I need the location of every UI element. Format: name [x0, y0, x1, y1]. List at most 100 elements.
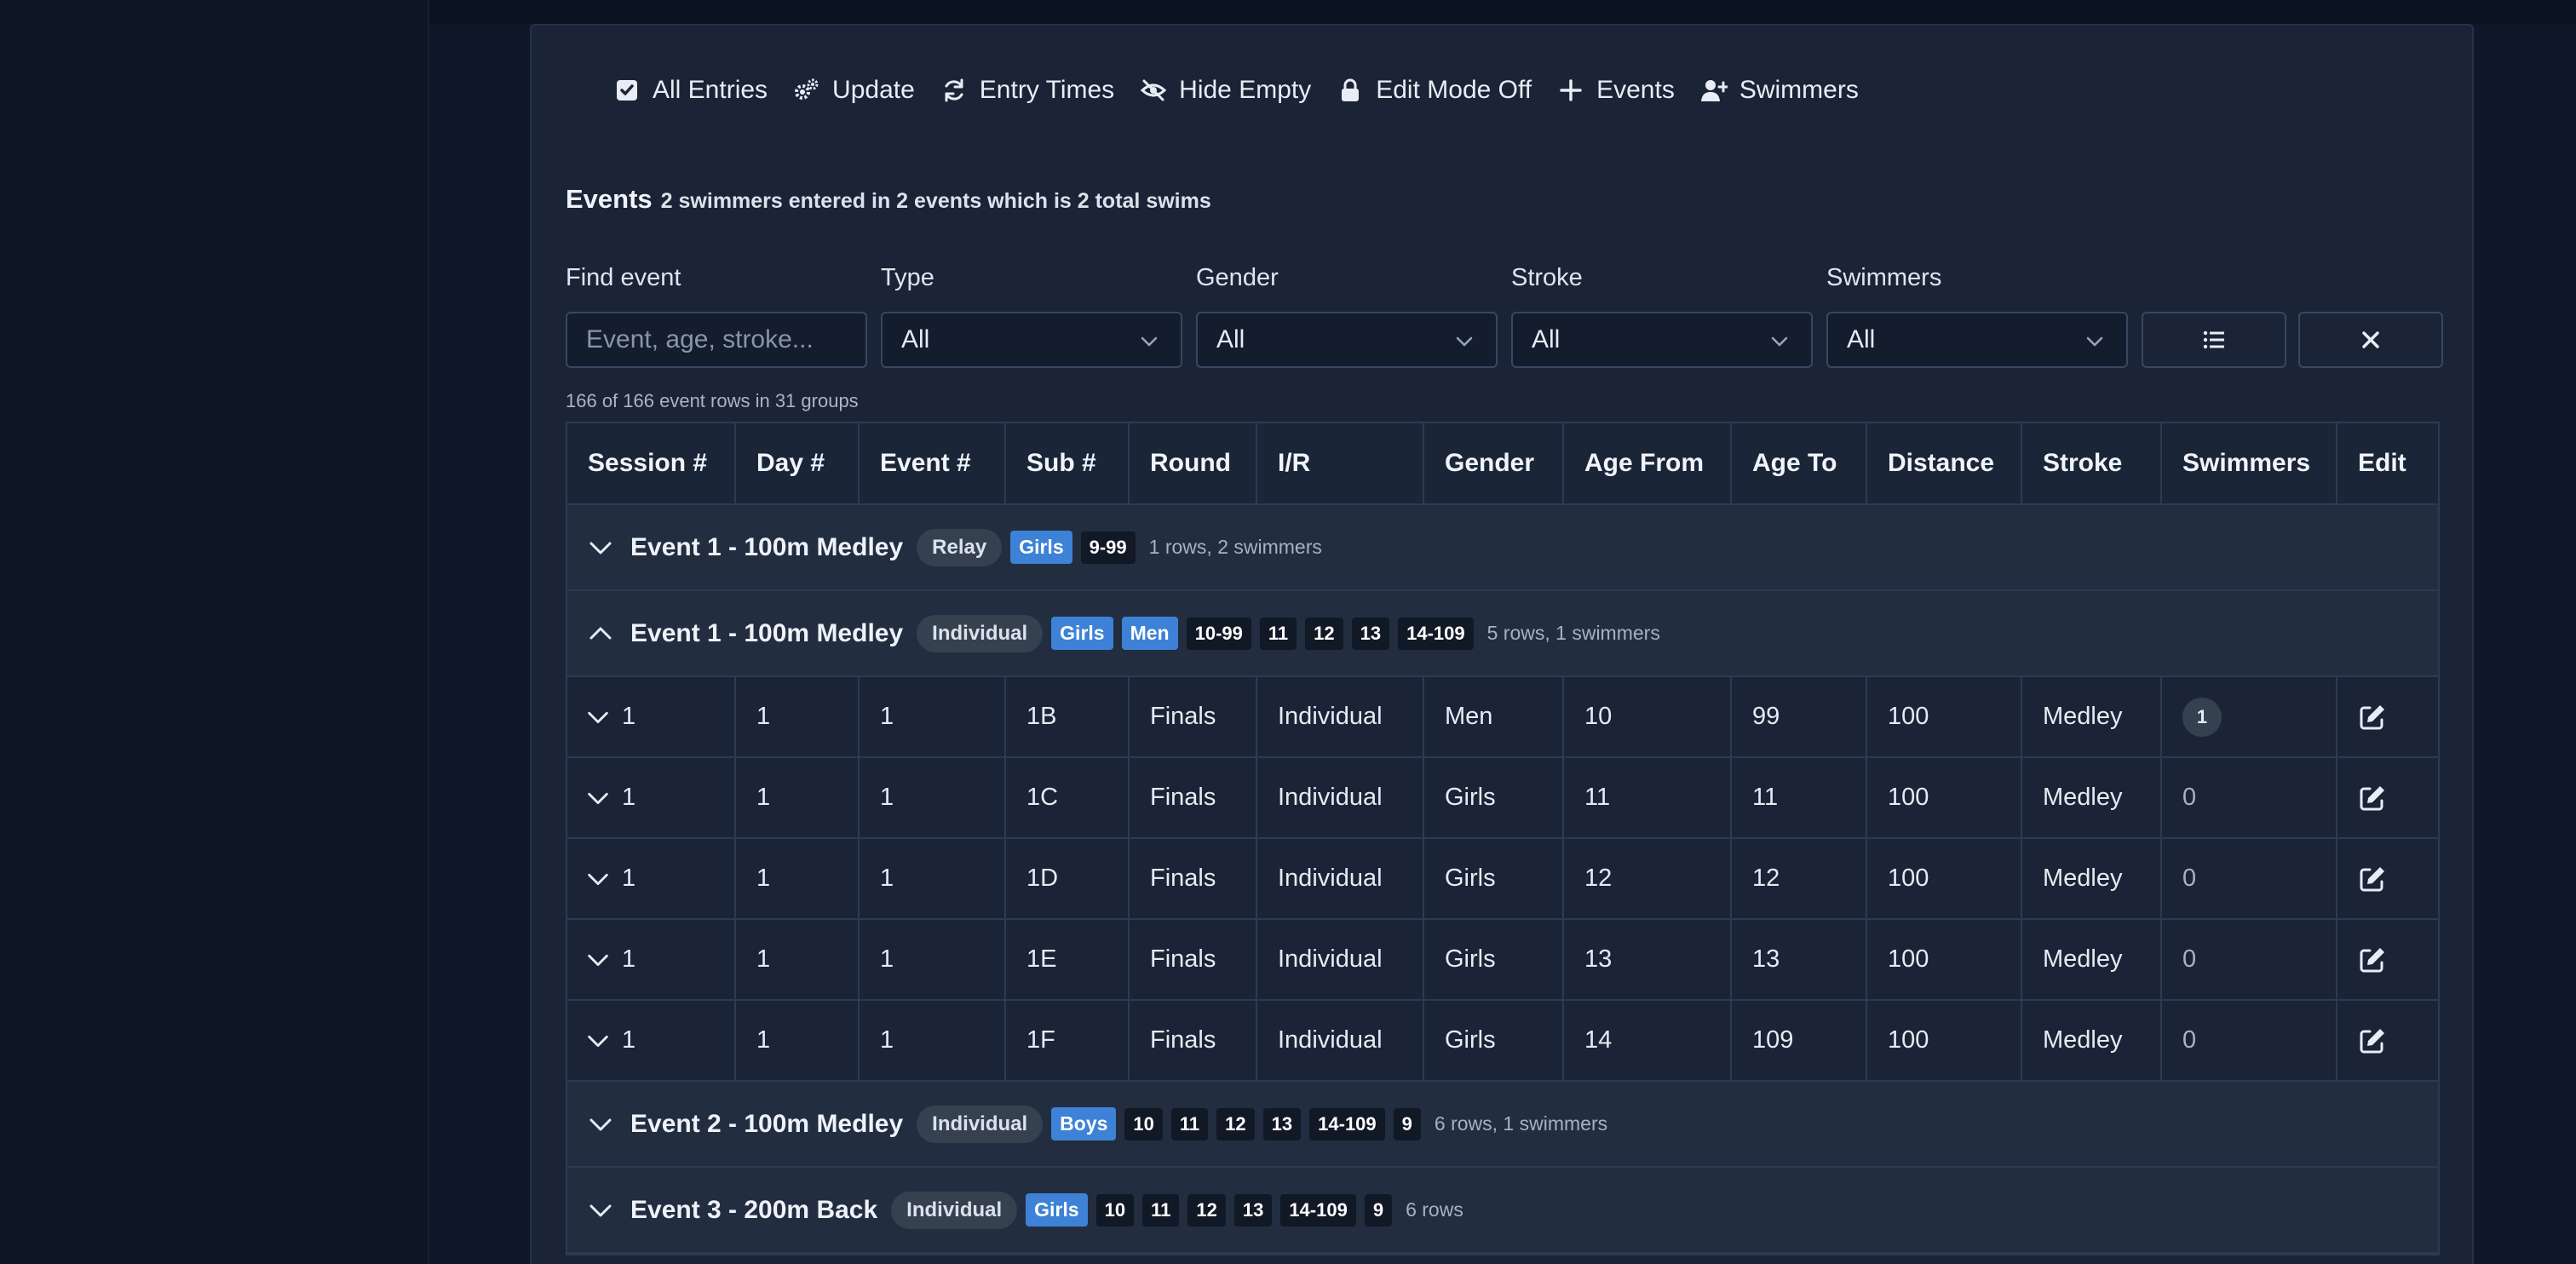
header-edit: Edit: [2358, 449, 2406, 477]
edit-icon[interactable]: [2358, 945, 2387, 974]
header-stroke[interactable]: Stroke: [2022, 423, 2162, 503]
add-swimmers-button[interactable]: Swimmers: [1700, 76, 1859, 105]
header-swimmers[interactable]: Swimmers: [2162, 423, 2337, 503]
header-event[interactable]: Event #: [860, 423, 1006, 503]
type-select[interactable]: All: [881, 312, 1182, 368]
header-sub[interactable]: Sub #: [1006, 423, 1130, 503]
chevron-down-icon[interactable]: [584, 865, 612, 893]
cell-gender-value: Girls: [1445, 784, 1496, 811]
cell-swimmers: 0: [2162, 920, 2337, 999]
event-group-row[interactable]: Event 1 - 100m Medley Individual Girls M…: [567, 591, 2438, 677]
gender-select[interactable]: All: [1196, 312, 1498, 368]
cell-distance: 100: [1867, 839, 2022, 918]
cell-edit: [2337, 839, 2438, 918]
find-event-input[interactable]: Event, age, stroke...: [566, 312, 867, 368]
clear-filters-button[interactable]: [2298, 312, 2443, 368]
table-row[interactable]: 1 1 1 1D Finals Individual Girls 12 12 100 Medley 0: [567, 839, 2438, 920]
event-group-row[interactable]: Event 3 - 200m Back Individual Girls 10 …: [567, 1168, 2438, 1254]
cell-stroke-value: Medley: [2043, 784, 2123, 811]
add-events-button[interactable]: Events: [1557, 76, 1675, 105]
cell-stroke: Medley: [2022, 920, 2162, 999]
header-ir[interactable]: I/R: [1257, 423, 1424, 503]
cell-gender: Girls: [1424, 1001, 1564, 1080]
edit-icon[interactable]: [2358, 1026, 2387, 1055]
cell-distance: 100: [1867, 677, 2022, 756]
table-row[interactable]: 1 1 1 1B Finals Individual Men 10 99 100 Medley 1: [567, 677, 2438, 758]
table-row[interactable]: 1 1 1 1F Finals Individual Girls 14 109 100 Medley…: [567, 1001, 2438, 1082]
cell-day-value: 1: [756, 784, 771, 811]
type-pill: Individual: [917, 1105, 1044, 1143]
cell-gender-value: Men: [1445, 703, 1493, 730]
cell-gender: Girls: [1424, 920, 1564, 999]
update-button[interactable]: Update: [793, 76, 915, 105]
cell-ir: Individual: [1257, 839, 1424, 918]
cell-gender: Girls: [1424, 839, 1564, 918]
cell-day-value: 1: [756, 865, 771, 892]
header-session[interactable]: Session #: [567, 423, 736, 503]
cell-swimmers-value: 0: [2182, 945, 2197, 973]
cell-day: 1: [736, 677, 860, 756]
hide-empty-button[interactable]: Hide Empty: [1140, 76, 1311, 105]
cell-age-from: 10: [1564, 677, 1732, 756]
edit-icon[interactable]: [2358, 865, 2387, 893]
cell-stroke-value: Medley: [2043, 945, 2123, 973]
event-group-row[interactable]: Event 2 - 100m Medley Individual Boys 10…: [567, 1082, 2438, 1168]
cell-age-from-value: 11: [1584, 784, 1611, 811]
chevron-down-icon[interactable]: [586, 533, 615, 562]
cell-gender: Men: [1424, 677, 1564, 756]
gender-badge: Boys: [1051, 1107, 1117, 1140]
chevron-down-icon[interactable]: [586, 1110, 615, 1139]
update-label: Update: [832, 76, 915, 104]
cell-swimmers-value: 0: [2182, 784, 2197, 811]
cell-swimmers: 0: [2162, 758, 2337, 837]
chevron-down-icon[interactable]: [584, 784, 612, 812]
cell-day: 1: [736, 758, 860, 837]
chevron-down-icon[interactable]: [584, 946, 612, 974]
chevron-down-icon: [1771, 336, 1788, 347]
table-row[interactable]: 1 1 1 1E Finals Individual Girls 13 13 100 Medley 0: [567, 920, 2438, 1001]
chevron-down-icon[interactable]: [584, 704, 612, 731]
cell-round: Finals: [1130, 920, 1257, 999]
cell-stroke: Medley: [2022, 758, 2162, 837]
edit-icon[interactable]: [2358, 703, 2387, 732]
header-round[interactable]: Round: [1130, 423, 1257, 503]
header-gender[interactable]: Gender: [1424, 423, 1564, 503]
chevron-down-icon: [1141, 336, 1158, 347]
chevron-up-icon[interactable]: [586, 619, 615, 648]
cell-ir-value: Individual: [1278, 1026, 1383, 1054]
cell-swimmers: 0: [2162, 1001, 2337, 1080]
cell-stroke: Medley: [2022, 839, 2162, 918]
age-badge: 13: [1351, 617, 1390, 650]
cell-day-value: 1: [756, 945, 771, 973]
header-age-to[interactable]: Age To: [1732, 423, 1867, 503]
cell-age-to: 13: [1732, 920, 1867, 999]
entry-times-button[interactable]: Entry Times: [940, 76, 1114, 105]
header-distance[interactable]: Distance: [1867, 423, 2022, 503]
stroke-select[interactable]: All: [1511, 312, 1813, 368]
cell-distance-value: 100: [1888, 1026, 1929, 1054]
event-group-row[interactable]: Event 1 - 100m Medley Relay Girls 9-99 1…: [567, 505, 2438, 591]
gender-select-value: All: [1216, 325, 1245, 353]
chevron-down-icon[interactable]: [584, 1027, 612, 1054]
all-entries-button[interactable]: All Entries: [613, 76, 768, 105]
gender-badge: Girls: [1051, 617, 1113, 650]
type-select-value: All: [901, 325, 930, 353]
gears-icon: [795, 78, 819, 100]
cell-day: 1: [736, 839, 860, 918]
cell-session: 1: [567, 920, 736, 999]
cell-session: 1: [567, 839, 736, 918]
cell-stroke-value: Medley: [2043, 703, 2123, 730]
table-row[interactable]: 1 1 1 1C Finals Individual Girls 11 11 100 Medley 0: [567, 758, 2438, 839]
list-view-button[interactable]: [2142, 312, 2286, 368]
cell-event: 1: [860, 1001, 1006, 1080]
chevron-down-icon[interactable]: [586, 1196, 615, 1225]
edit-mode-button[interactable]: Edit Mode Off: [1337, 76, 1532, 105]
cell-ir: Individual: [1257, 758, 1424, 837]
header-day[interactable]: Day #: [736, 423, 860, 503]
edit-icon[interactable]: [2358, 784, 2387, 813]
list-icon: [2203, 330, 2224, 349]
header-age-from[interactable]: Age From: [1564, 423, 1732, 503]
left-sidebar-pane: [0, 0, 429, 1264]
page-title: Events 2 swimmers entered in 2 events wh…: [566, 184, 1211, 215]
swimmers-select[interactable]: All: [1826, 312, 2128, 368]
